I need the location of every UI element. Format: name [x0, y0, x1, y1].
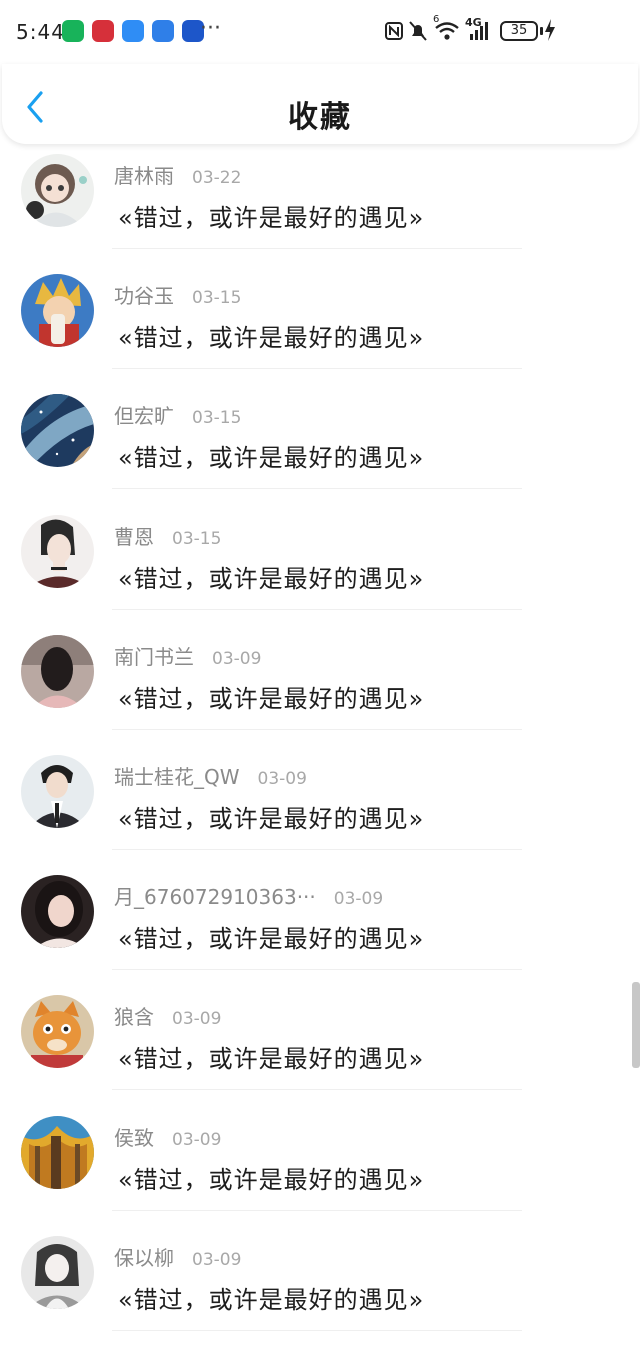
galaxy-avatar	[21, 394, 94, 468]
avatar[interactable]	[21, 514, 94, 588]
list-item[interactable]: 月_676072910363··· 03-09 «错过，或许是最好的遇见»	[0, 871, 640, 991]
quote-title[interactable]: «错过，或许是最好的遇见»	[118, 919, 424, 954]
list-item[interactable]: 唐林雨 03-22 «错过，或许是最好的遇见»	[0, 150, 640, 270]
item-meta: 瑞士桂花_QW 03-09	[114, 761, 307, 790]
battery-tip	[540, 27, 543, 35]
signal-icon	[470, 22, 488, 40]
page-title: 收藏	[288, 100, 352, 135]
quote-title[interactable]: «错过，或许是最好的遇见»	[118, 799, 424, 834]
quote-title[interactable]: «错过，或许是最好的遇见»	[118, 1160, 424, 1195]
header: 收藏	[2, 64, 638, 144]
item-meta: 侯致 03-09	[114, 1122, 221, 1151]
user-name: 唐林雨	[114, 164, 174, 188]
divider	[112, 848, 522, 850]
more-notifications-icon: ···	[200, 16, 221, 41]
user-name: 瑞士桂花_QW	[114, 764, 240, 789]
avatar[interactable]	[21, 1235, 94, 1309]
quote-title[interactable]: «错过，或许是最好的遇见»	[118, 1280, 424, 1315]
girl-back-avatar	[21, 634, 94, 708]
girl-photo-avatar	[21, 875, 94, 949]
item-meta: 保以柳 03-09	[114, 1242, 241, 1271]
item-date: 03-09	[192, 1249, 242, 1270]
user-name: 保以柳	[114, 1245, 174, 1270]
quote-title[interactable]: «错过，或许是最好的遇见»	[118, 318, 424, 353]
battery-indicator: 35	[500, 21, 538, 41]
item-meta: 曹恩 03-15	[114, 521, 221, 550]
quote-title[interactable]: «错过，或许是最好的遇见»	[118, 438, 424, 473]
item-meta: 但宏旷 03-15	[114, 400, 241, 429]
item-meta: 狼含 03-09	[114, 1001, 221, 1030]
quote-title[interactable]: «错过，或许是最好的遇见»	[118, 559, 424, 594]
item-date: 03-09	[212, 648, 262, 669]
notification-app-icons	[62, 20, 204, 42]
user-name: 曹恩	[114, 524, 154, 549]
favorites-list: 唐林雨 03-22 «错过，或许是最好的遇见» 功谷玉 03-15 «错过，或许…	[0, 150, 640, 1352]
status-bar: 5:44 ··· 6 4G 35	[0, 0, 640, 64]
message-app-icon	[122, 20, 144, 42]
user-name: 但宏旷	[114, 404, 174, 429]
boy-suit-avatar	[21, 754, 94, 828]
divider	[112, 608, 522, 610]
item-date: 03-09	[172, 1129, 222, 1150]
item-date: 03-15	[172, 528, 222, 549]
huawei-app-icon	[92, 20, 114, 42]
divider	[112, 728, 522, 730]
avatar[interactable]	[21, 754, 94, 828]
quote-title[interactable]: «错过，或许是最好的遇见»	[118, 679, 424, 714]
divider	[112, 969, 522, 971]
avatar[interactable]	[21, 274, 94, 348]
quote-title[interactable]: «错过，或许是最好的遇见»	[118, 198, 424, 233]
divider	[112, 368, 522, 370]
status-time: 5:44	[16, 20, 65, 44]
divider	[112, 1329, 522, 1331]
item-date: 03-15	[192, 408, 242, 429]
user-name: 功谷玉	[114, 284, 174, 309]
item-date: 03-09	[257, 768, 307, 789]
divider	[112, 1209, 522, 1211]
user-name: 月_676072910363···	[114, 885, 316, 910]
avatar[interactable]	[21, 995, 94, 1069]
forest-avatar	[21, 1115, 94, 1189]
list-item[interactable]: 瑞士桂花_QW 03-09 «错过，或许是最好的遇见»	[0, 751, 640, 871]
item-date: 03-15	[192, 288, 242, 309]
anime-boy-avatar	[21, 274, 94, 348]
item-date: 03-09	[333, 889, 384, 910]
list-item[interactable]: 但宏旷 03-15 «错过，或许是最好的遇见»	[0, 390, 640, 510]
green-app-icon	[62, 20, 84, 42]
avatar[interactable]	[21, 394, 94, 468]
divider	[112, 1089, 522, 1091]
item-date: 03-22	[192, 168, 242, 188]
nfc-icon	[385, 22, 403, 40]
item-meta: 功谷玉 03-15	[114, 280, 241, 309]
list-item[interactable]: 南门书兰 03-09 «错过，或许是最好的遇见»	[0, 631, 640, 751]
sketch-woman-avatar	[21, 514, 94, 588]
list-item[interactable]: 侯致 03-09 «错过，或许是最好的遇见»	[0, 1112, 640, 1232]
avatar[interactable]	[21, 1115, 94, 1189]
ink-character-avatar	[21, 1235, 94, 1309]
avatar[interactable]	[21, 634, 94, 708]
user-name: 侯致	[114, 1125, 154, 1150]
list-item[interactable]: 狼含 03-09 «错过，或许是最好的遇见»	[0, 991, 640, 1111]
quote-title[interactable]: «错过，或许是最好的遇见»	[118, 1039, 424, 1074]
avatar[interactable]	[21, 875, 94, 949]
list-item[interactable]: 功谷玉 03-15 «错过，或许是最好的遇见»	[0, 270, 640, 390]
item-meta: 南门书兰 03-09	[114, 641, 261, 670]
wifi-badge: 6	[433, 14, 440, 25]
avatar[interactable]	[21, 154, 94, 227]
charging-icon	[545, 19, 555, 41]
item-date: 03-09	[172, 1009, 222, 1030]
cloud-app-icon	[152, 20, 174, 42]
anime-girl-avatar	[21, 154, 94, 227]
item-meta: 月_676072910363··· 03-09	[114, 881, 383, 910]
list-item[interactable]: 曹恩 03-15 «错过，或许是最好的遇见»	[0, 511, 640, 631]
user-name: 南门书兰	[114, 644, 194, 669]
divider	[112, 488, 522, 490]
cat-avatar	[21, 995, 94, 1069]
divider	[112, 248, 522, 249]
user-name: 狼含	[114, 1005, 154, 1030]
list-item[interactable]: 保以柳 03-09 «错过，或许是最好的遇见»	[0, 1232, 640, 1352]
mute-bell-icon	[409, 21, 427, 41]
item-meta: 唐林雨 03-22	[114, 160, 241, 189]
scrollbar[interactable]	[632, 982, 640, 1068]
